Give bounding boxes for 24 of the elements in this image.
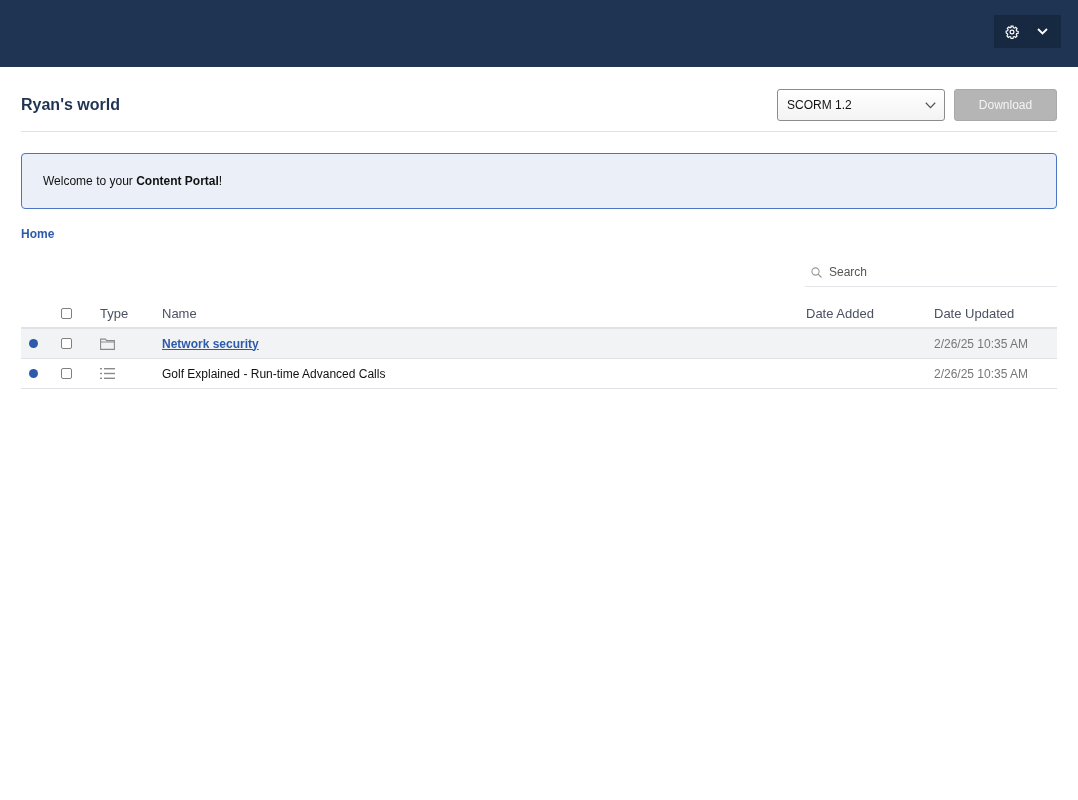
chevron-down-icon: [925, 101, 936, 109]
search-field[interactable]: Search: [805, 258, 1057, 287]
column-header: Date Updated: [934, 306, 1015, 321]
row-checkbox[interactable]: [61, 338, 72, 349]
date-updated: 2/26/25 10:35 AM: [934, 366, 1029, 381]
date-updated: 2/26/25 10:35 AM: [934, 336, 1029, 351]
list-icon: [100, 368, 115, 379]
column-header: Type: [100, 306, 129, 321]
table-row[interactable]: Network security 2/26/25 10:35 AM: [21, 329, 1057, 359]
breadcrumb-link[interactable]: Home: [21, 227, 55, 241]
folder-icon: [100, 337, 115, 350]
column-header: Name: [162, 306, 197, 321]
item-name: Golf Explained - Run-time Advanced Calls: [162, 366, 386, 381]
select-all-checkbox[interactable]: [61, 308, 72, 319]
welcome-message: Welcome to your Content Portal!: [43, 174, 223, 188]
settings-icon: [1005, 24, 1019, 39]
search-icon: [811, 267, 822, 278]
page-title: Ryan's world: [21, 96, 120, 114]
row-checkbox[interactable]: [61, 368, 72, 379]
column-header: Date Added: [806, 306, 874, 321]
item-name-link[interactable]: Network security: [162, 336, 259, 351]
settings-menu-button[interactable]: [994, 15, 1061, 48]
format-select[interactable]: SCORM 1.2: [777, 89, 945, 121]
chevron-down-icon: [1037, 28, 1048, 35]
